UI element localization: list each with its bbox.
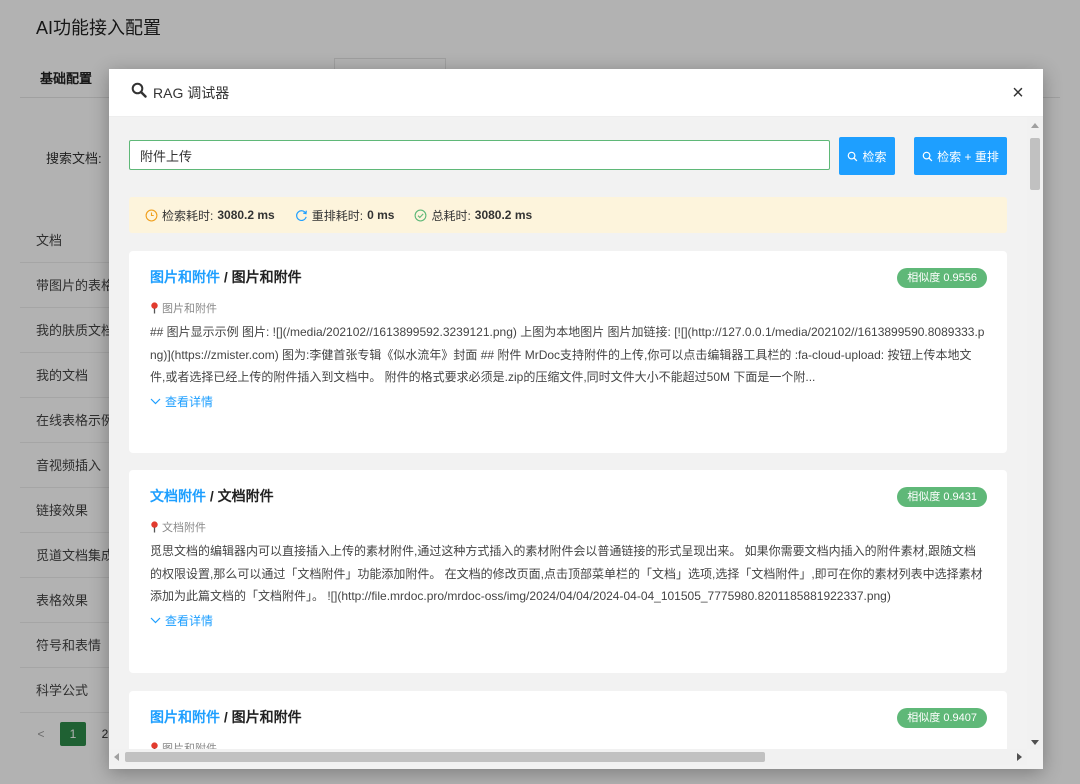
search-icon [848,151,858,161]
search-icon [131,82,147,103]
search-rerank-button[interactable]: 检索 + 重排 [914,137,1007,175]
total-time-label: 总耗时: [431,208,471,223]
total-time-value: 3080.2 ms [474,208,533,222]
pin-icon [151,742,158,749]
result-tag-label: 图片和附件 [162,743,217,749]
scroll-thumb[interactable] [1030,138,1040,190]
view-details-label: 查看详情 [165,613,214,628]
result-title: 图片和附件 / 图片和附件 [150,707,985,727]
search-icon [922,151,933,161]
similarity-badge: 相似度 0.9556 [897,268,987,288]
similarity-badge: 相似度 0.9431 [897,487,987,507]
total-time: 总耗时: 3080.2 ms [414,207,532,224]
scroll-thumb[interactable] [125,752,765,762]
result-card: 图片和附件 / 图片和附件 相似度 0.9407 图片和附件 [129,691,1007,749]
search-button[interactable]: 检索 [839,137,895,175]
result-doc-name: 图片和附件 [231,709,302,725]
view-details-link[interactable]: 查看详情 [150,393,985,410]
rerank-time: 重排耗时: 0 ms [295,207,395,224]
horizontal-scrollbar[interactable] [109,749,1027,765]
check-circle-icon [414,209,427,221]
retrieve-time-label: 检索耗时: [162,208,214,223]
retrieve-time-value: 3080.2 ms [217,208,275,222]
result-title: 文档附件 / 文档附件 [150,486,985,506]
result-project-link[interactable]: 图片和附件 [150,709,220,725]
search-button-label: 检索 [862,149,887,164]
view-details-link[interactable]: 查看详情 [150,612,985,629]
result-title: 图片和附件 / 图片和附件 [150,267,985,287]
result-snippet: ## 图片显示示例 图片: ![](/media/202102//1613899… [150,325,985,384]
result-doc-name: 文档附件 [217,488,274,504]
refresh-icon [295,209,307,221]
title-separator: / [220,269,232,285]
dialog-body: 检索 检索 + 重排 检索耗时: 3080.2 ms 重排耗时: 0 ms 总耗… [109,117,1027,749]
result-tag-label: 图片和附件 [162,303,217,315]
view-details-label: 查看详情 [165,394,214,409]
result-project-link[interactable]: 文档附件 [150,488,206,504]
result-card: 文档附件 / 文档附件 相似度 0.9431 文档附件 觅思文档的编辑器内可以直… [129,470,1007,673]
dialog-header: RAG 调试器 × [109,69,1043,117]
scroll-left-arrow[interactable] [114,753,119,761]
result-tag: 文档附件 [150,519,985,535]
clock-icon [145,209,158,221]
result-tag-label: 文档附件 [162,522,206,534]
pin-icon [151,302,158,314]
result-doc-name: 图片和附件 [231,269,302,285]
search-rerank-label: 检索 + 重排 [937,149,999,164]
chevron-down-icon [150,398,161,404]
retrieve-time: 检索耗时: 3080.2 ms [145,207,275,224]
vertical-scrollbar[interactable] [1027,117,1043,749]
pin-icon [151,521,158,533]
close-button[interactable]: × [1007,82,1029,104]
scroll-up-arrow[interactable] [1031,123,1039,128]
scroll-right-arrow[interactable] [1017,753,1022,761]
result-card: 图片和附件 / 图片和附件 相似度 0.9556 图片和附件 ## 图片显示示例… [129,251,1007,453]
result-tag: 图片和附件 [150,740,985,749]
rerank-time-label: 重排耗时: [311,208,364,223]
scroll-down-arrow[interactable] [1031,740,1039,745]
result-project-link[interactable]: 图片和附件 [150,269,220,285]
chevron-down-icon [150,617,161,623]
dialog-title: RAG 调试器 [153,84,230,101]
result-snippet: 觅思文档的编辑器内可以直接插入上传的素材附件,通过这种方式插入的素材附件会以普通… [150,544,983,603]
rerank-time-value: 0 ms [367,208,395,222]
title-separator: / [220,709,232,725]
rag-debugger-dialog: RAG 调试器 × 检索 检索 + 重排 检索耗时: 3080.2 ms 重排耗… [109,69,1043,769]
similarity-badge: 相似度 0.9407 [897,708,987,728]
result-tag: 图片和附件 [150,300,985,316]
timing-bar: 检索耗时: 3080.2 ms 重排耗时: 0 ms 总耗时: 3080.2 m… [129,197,1007,233]
title-separator: / [206,488,218,504]
query-input[interactable] [129,140,830,170]
